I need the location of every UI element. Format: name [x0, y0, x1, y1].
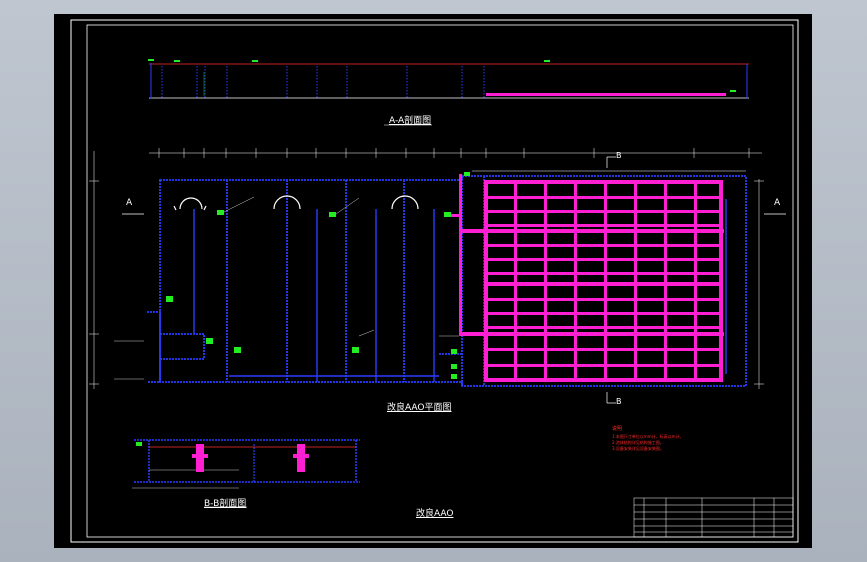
aeration-grid: [446, 174, 724, 382]
inner-frame: [86, 24, 794, 538]
tank-walls: [147, 175, 747, 387]
section-mark-b-top: B: [616, 151, 622, 160]
section-mark-b-bottom: B: [616, 397, 622, 406]
section-bb: [132, 439, 360, 489]
cad-sheet: A-A剖面图 改良AAO平面图 B-B剖面图 改良AAO A A B B 说明 …: [54, 14, 812, 548]
sheet-title: 改良AAO: [416, 509, 454, 519]
section-mark-a-right: A: [774, 198, 781, 208]
note-2: 2.池体结构详见结构施工图。: [612, 440, 664, 445]
note-3: 3.设备安装详见设备安装图。: [612, 446, 664, 451]
equipment-markers: [166, 172, 470, 379]
plan-dimension-line: [89, 148, 764, 389]
notes-heading: 说明: [612, 426, 623, 432]
section-bb-title: B-B剖面图: [204, 499, 247, 509]
plan-view-title: 改良AAO平面图: [387, 403, 452, 413]
aeration-pipe-section: [486, 93, 726, 96]
section-aa: [148, 59, 749, 99]
title-block: [633, 497, 794, 538]
flow-arcs: [173, 195, 419, 211]
cad-drawing: [70, 19, 799, 543]
note-1: 1.本图尺寸单位以mm计，标高以m计。: [612, 434, 684, 439]
section-aa-title: A-A剖面图: [389, 116, 432, 126]
section-mark-a-left: A: [126, 198, 133, 208]
